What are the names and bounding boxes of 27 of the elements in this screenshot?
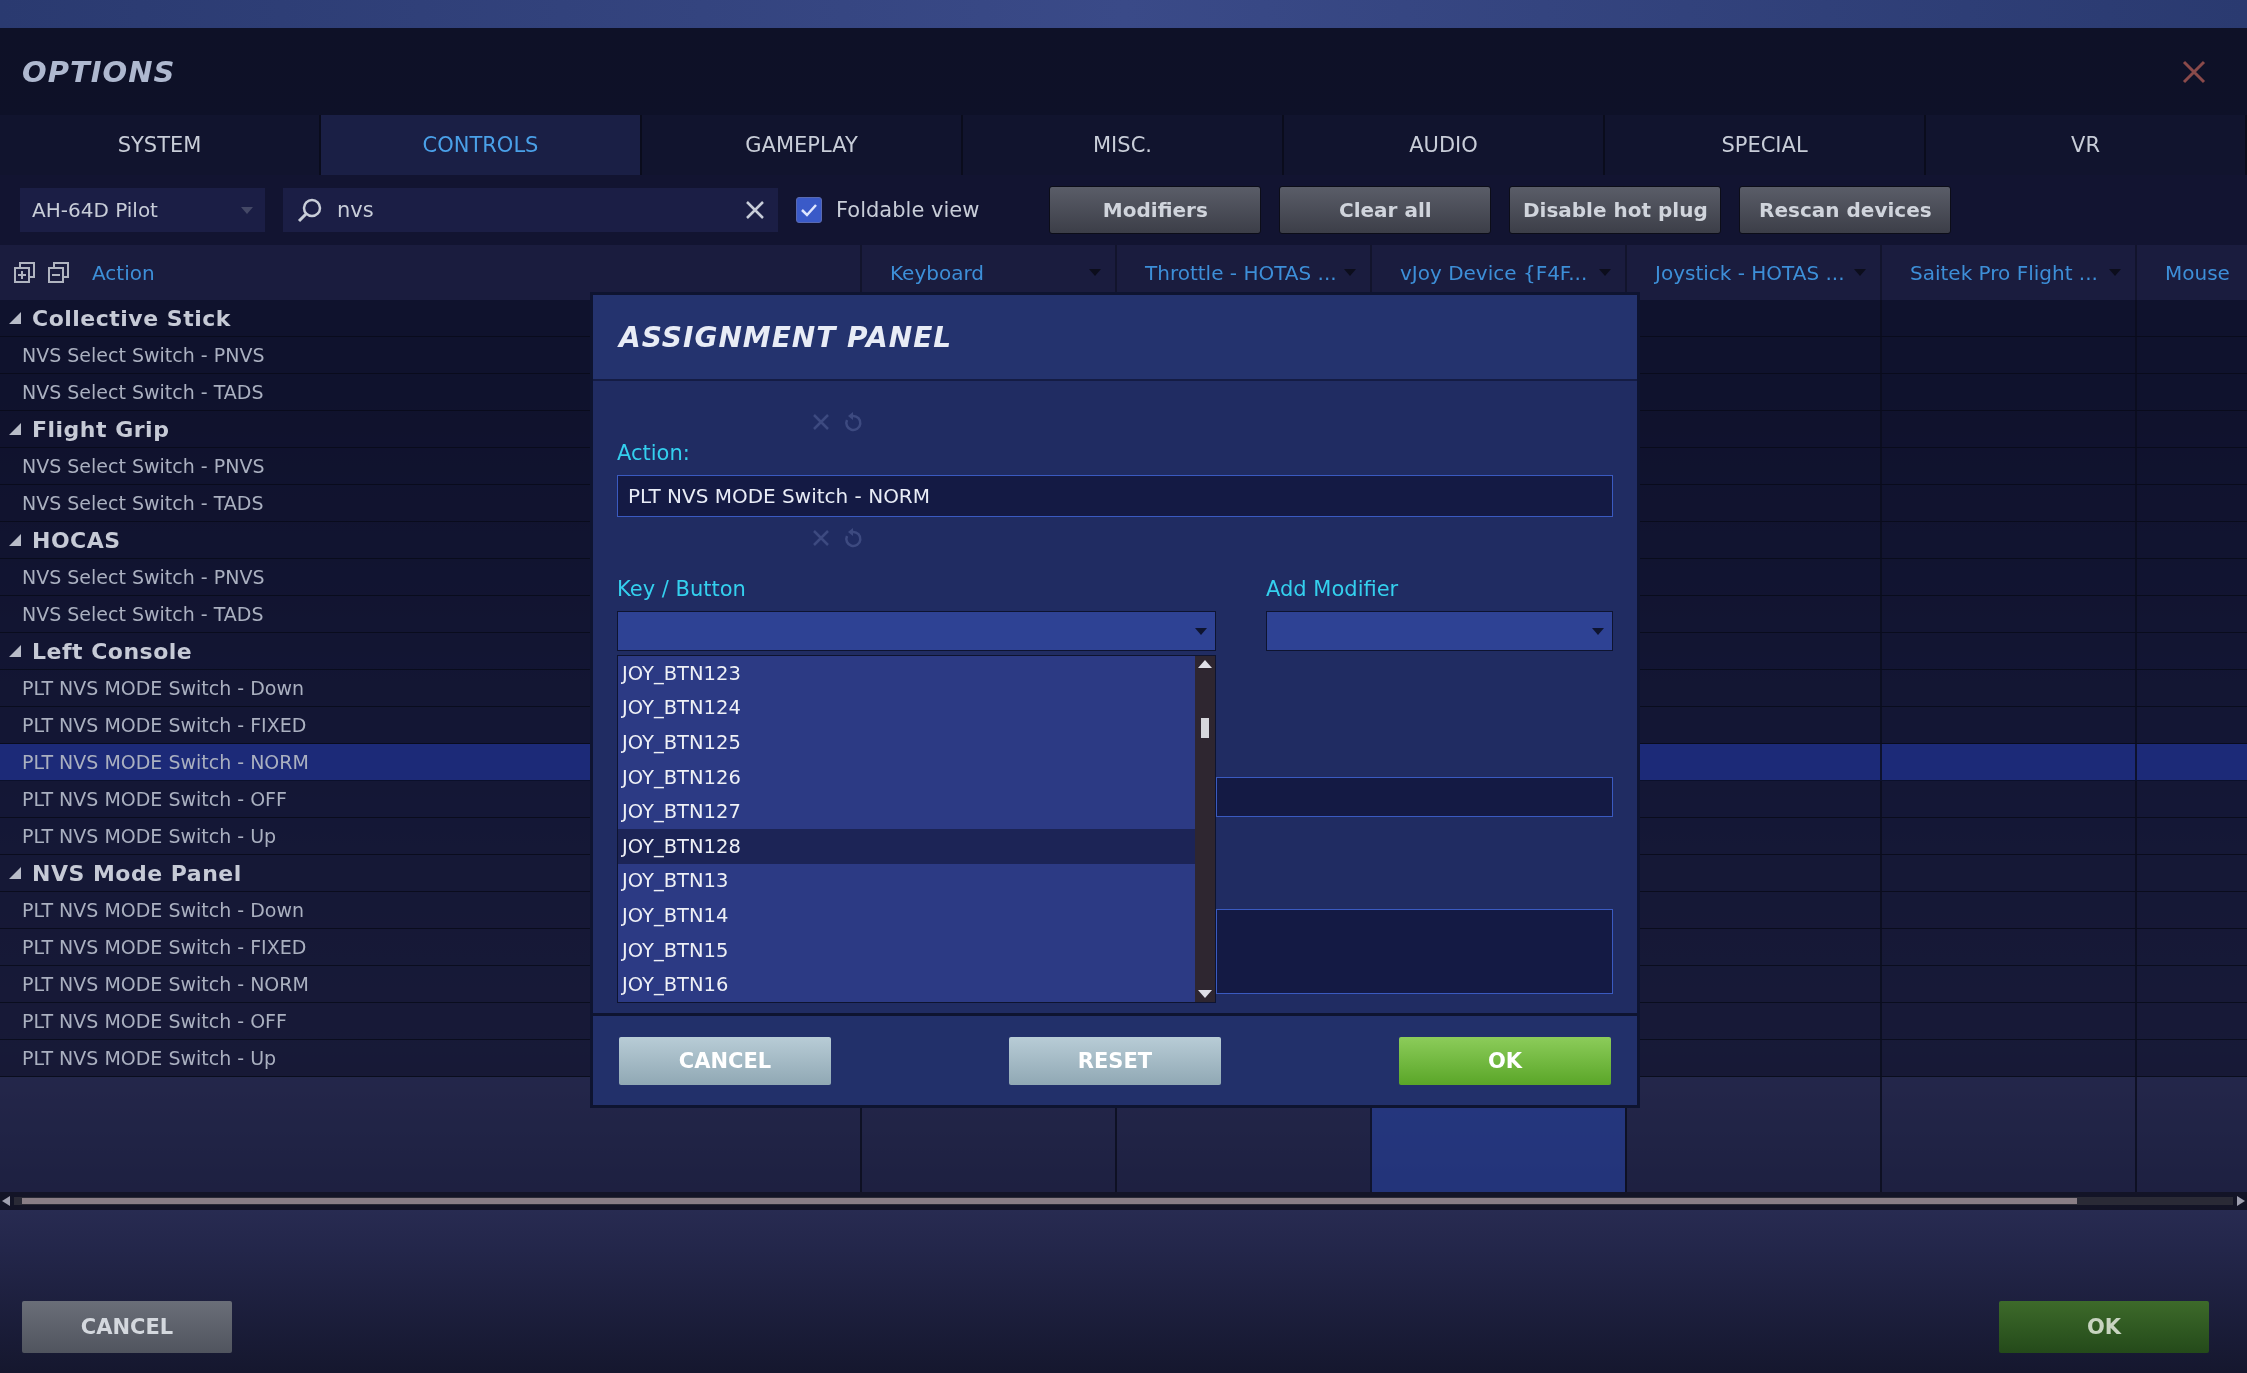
action-name: PLT NVS MODE Switch - NORM: [22, 973, 309, 995]
window-title: OPTIONS: [22, 54, 176, 89]
modifier-label: Add Modifier: [1266, 577, 1400, 601]
action-name: NVS Select Switch - TADS: [22, 603, 264, 625]
action-name: NVS Select Switch - PNVS: [22, 455, 265, 477]
group-heading: NVS Mode Panel: [32, 860, 242, 886]
action-name: PLT NVS MODE Switch - NORM: [22, 751, 309, 773]
checkbox-label: Foldable view: [836, 198, 980, 222]
action-name: PLT NVS MODE Switch - Up: [22, 825, 277, 847]
action-name: PLT NVS MODE Switch - OFF: [22, 788, 287, 810]
action-name: NVS Select Switch - TADS: [22, 381, 264, 403]
action-name: PLT NVS MODE Switch - FIXED: [22, 936, 307, 958]
group-heading: Collective Stick: [32, 305, 231, 331]
action-name: PLT NVS MODE Switch - Down: [22, 677, 304, 699]
group-heading: Left Console: [32, 638, 193, 664]
action-name: PLT NVS MODE Switch - Down: [22, 899, 304, 921]
key-label: Key / Button: [617, 577, 747, 601]
group-heading: Flight Grip: [32, 416, 170, 442]
action-name: NVS Select Switch - PNVS: [22, 344, 265, 366]
action-label: Action:: [617, 441, 691, 465]
action-name: NVS Select Switch - TADS: [22, 492, 264, 514]
dialog-title: ASSIGNMENT PANEL: [619, 320, 953, 354]
action-name: PLT NVS MODE Switch - Up: [22, 1047, 277, 1069]
action-name: NVS Select Switch - PNVS: [22, 566, 265, 588]
action-name: PLT NVS MODE Switch - FIXED: [22, 714, 307, 736]
action-name: PLT NVS MODE Switch - OFF: [22, 1010, 287, 1032]
group-heading: HOCAS: [32, 527, 121, 553]
